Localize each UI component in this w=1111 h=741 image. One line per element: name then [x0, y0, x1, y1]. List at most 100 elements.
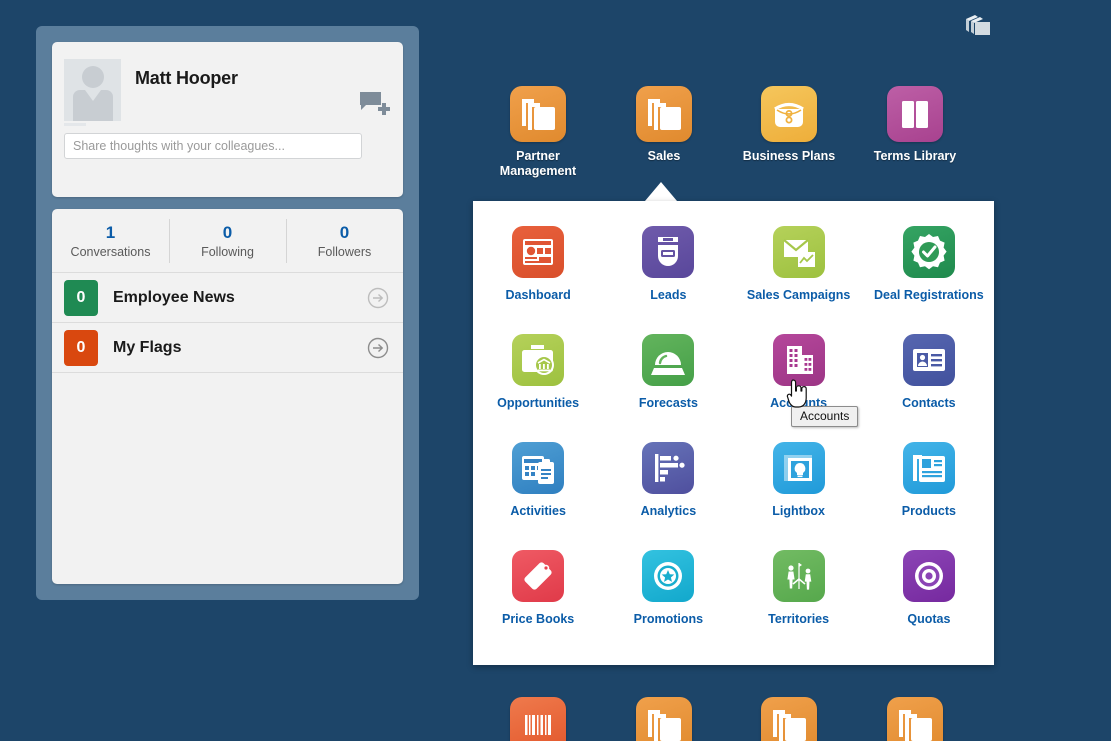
lightbulb-frame-icon — [772, 442, 825, 494]
app-item-stacked-1[interactable] — [599, 697, 729, 741]
pointer-hand-cursor — [786, 378, 810, 410]
panel-item-deal-registrations[interactable]: Deal Registrations — [864, 217, 994, 325]
sidebar-panel: Matt Hooper 1 Conversations 0 Following — [36, 26, 419, 600]
avatar-underline — [64, 123, 86, 126]
panel-item-label: Activities — [510, 504, 566, 518]
crystal-ball-icon — [642, 334, 695, 386]
status-badge: 0 — [64, 329, 98, 366]
dashboard-icon — [512, 226, 565, 278]
avatar-collar-shape — [84, 90, 101, 101]
arrow-right-circle-icon[interactable] — [367, 287, 389, 309]
app-item-label: Terms Library — [873, 149, 957, 163]
app-item-label: Partner Management — [499, 149, 577, 178]
panel-icon-grid: Dashboard Leads Sales Campaigns Deal Regist… — [473, 217, 994, 649]
app-launcher-row: Partner Management Sales Business Plans … — [473, 86, 995, 196]
share-input[interactable] — [64, 133, 362, 159]
stacked-pages-icon — [510, 86, 566, 142]
stat-value: 0 — [222, 222, 233, 242]
panel-item-label: Leads — [650, 288, 687, 302]
leads-magnet-icon — [642, 226, 695, 278]
panel-item-label: Contacts — [902, 396, 956, 410]
stats-row: 1 Conversations 0 Following 0 Followers — [52, 209, 403, 273]
panel-item-activities[interactable]: Activities — [473, 433, 603, 541]
panel-item-price-books[interactable]: Price Books — [473, 541, 603, 649]
panel-item-opportunities[interactable]: Opportunities — [473, 325, 603, 433]
calendar-clipboard-icon — [512, 442, 565, 494]
panel-item-territories[interactable]: Territories — [734, 541, 864, 649]
panel-item-lightbox[interactable]: Lightbox — [734, 433, 864, 541]
panel-item-label: Opportunities — [497, 396, 580, 410]
app-item-terms-library[interactable]: Terms Library — [850, 86, 980, 164]
social-stats-card: 1 Conversations 0 Following 0 Followers … — [52, 209, 403, 584]
stacked-pages-icon — [636, 697, 692, 741]
contact-card-icon — [902, 334, 955, 386]
avatar-head-shape — [81, 66, 104, 88]
target-icon — [902, 550, 955, 602]
panel-item-products[interactable]: Products — [864, 433, 994, 541]
panel-item-label: Sales Campaigns — [746, 288, 851, 302]
books-icon — [887, 86, 943, 142]
panel-item-label: Products — [901, 504, 956, 518]
seal-check-icon — [902, 226, 955, 278]
panel-item-label: Promotions — [633, 612, 704, 626]
profile-name: Matt Hooper — [135, 68, 238, 88]
stat-label: Conversations — [70, 244, 151, 259]
panel-item-quotas[interactable]: Quotas — [864, 541, 994, 649]
barcode-icon — [510, 697, 566, 741]
panel-item-dashboard[interactable]: Dashboard — [473, 217, 603, 325]
stat-following[interactable]: 0 Following — [169, 209, 286, 272]
list-item-label: My Flags — [113, 338, 182, 356]
app-item-sales[interactable]: Sales — [599, 86, 729, 164]
stacked-pages-icon — [761, 697, 817, 741]
status-badge: 0 — [64, 279, 98, 316]
stat-followers[interactable]: 0 Followers — [286, 209, 403, 272]
panel-item-label: Lightbox — [772, 504, 825, 518]
app-item-label: Sales — [647, 149, 681, 163]
stacked-pages-icon — [636, 86, 692, 142]
panel-caret-icon — [645, 182, 677, 201]
star-gear-icon — [642, 550, 695, 602]
stat-value: 0 — [339, 222, 350, 242]
list-item-my-flags[interactable]: 0 My Flags — [52, 323, 403, 373]
app-item-barcode[interactable] — [473, 697, 603, 741]
stacked-windows-icon[interactable] — [962, 12, 994, 42]
app-root: Matt Hooper 1 Conversations 0 Following — [0, 0, 1111, 741]
stat-conversations[interactable]: 1 Conversations — [52, 209, 169, 272]
stat-label: Followers — [317, 244, 372, 259]
stacked-pages-icon — [887, 697, 943, 741]
product-sheet-icon — [902, 442, 955, 494]
panel-item-contacts[interactable]: Contacts — [864, 325, 994, 433]
arrow-right-circle-icon[interactable] — [367, 337, 389, 359]
panel-item-leads[interactable]: Leads — [603, 217, 733, 325]
app-item-business-plans[interactable]: Business Plans — [724, 86, 854, 164]
panel-item-forecasts[interactable]: Forecasts — [603, 325, 733, 433]
app-item-stacked-2[interactable] — [724, 697, 854, 741]
briefcase-bank-icon — [512, 334, 565, 386]
list-item-label: Employee News — [113, 288, 235, 306]
app-item-partner-management[interactable]: Partner Management — [473, 86, 603, 179]
avatar[interactable] — [64, 59, 121, 121]
panel-item-label: Deal Registrations — [873, 288, 984, 302]
panel-item-label: Price Books — [501, 612, 575, 626]
envelope-chart-icon — [772, 226, 825, 278]
briefcase-icon — [761, 86, 817, 142]
app-launcher-row-secondary — [473, 697, 995, 741]
stat-label: Following — [201, 244, 254, 259]
panel-item-analytics[interactable]: Analytics — [603, 433, 733, 541]
profile-card: Matt Hooper — [52, 42, 403, 197]
panel-item-promotions[interactable]: Promotions — [603, 541, 733, 649]
panel-item-sales-campaigns[interactable]: Sales Campaigns — [734, 217, 864, 325]
panel-item-label: Territories — [768, 612, 830, 626]
app-item-stacked-3[interactable] — [850, 697, 980, 741]
panel-item-label: Quotas — [907, 612, 951, 626]
sales-dropdown-panel: Dashboard Leads Sales Campaigns Deal Regist… — [473, 201, 994, 665]
panel-item-label: Dashboard — [505, 288, 571, 302]
bar-chart-icon — [642, 442, 695, 494]
stat-value: 1 — [105, 222, 116, 242]
app-item-label: Business Plans — [742, 149, 836, 163]
territory-map-icon — [772, 550, 825, 602]
panel-item-label: Analytics — [640, 504, 697, 518]
panel-item-label: Forecasts — [638, 396, 698, 410]
list-item-employee-news[interactable]: 0 Employee News — [52, 273, 403, 323]
add-conversation-icon[interactable] — [360, 91, 390, 117]
